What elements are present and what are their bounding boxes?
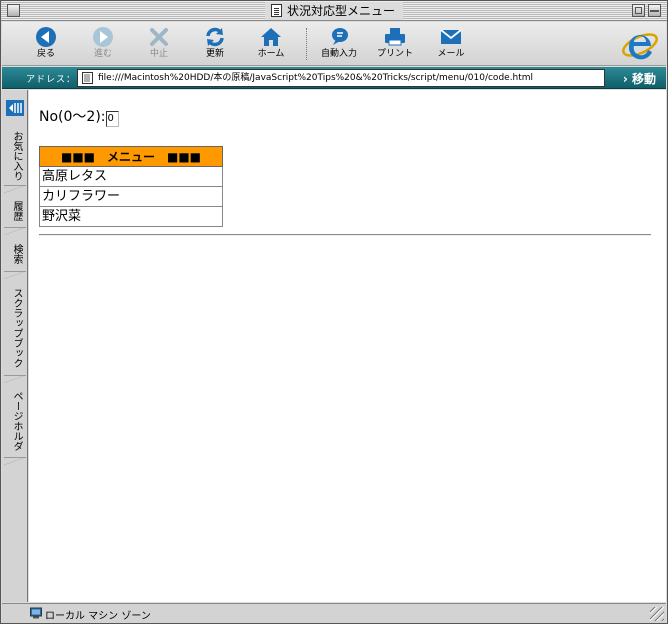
explorer-bar-toggle-icon[interactable] [5,98,25,118]
number-prompt-row: No(0〜2): 0 [39,109,119,127]
toolbar: 戻る 進む 中止 更新 ホーム 自動入力 プリント メール [2,22,666,66]
mail-label: メール [437,49,465,59]
home-icon [246,25,296,49]
document-icon [270,4,282,17]
toolbar-separator [306,28,308,60]
menu-header-row: ■■■ メニュー ■■■ [39,146,223,167]
stop-label: 中止 [149,49,168,59]
side-tab-page-holder[interactable]: ページホルダ [4,384,26,465]
menu-row: 野沢菜 [39,206,223,227]
collapse-box[interactable] [648,4,661,17]
refresh-label: 更新 [205,49,224,59]
mail-button[interactable]: メール [426,25,476,63]
browser-window: 状況対応型メニュー 戻る 進む 中止 更新 ホーム 自動入力 プリント メール … [0,0,668,624]
mail-envelope-icon [426,25,476,49]
address-bar: アドレス： file:///Macintosh%20HDD/本の原稿/JavaS… [2,67,666,89]
back-button[interactable]: 戻る [21,25,71,63]
refresh-icon [190,25,240,49]
explorer-bar-tabs: お気に入り 履歴 検索 スクラップブック ページホルダ [2,90,28,602]
page-content: No(0〜2): 0 ■■■ メニュー ■■■ 高原レタス カリフラワー 野沢菜 [29,90,666,602]
refresh-button[interactable]: 更新 [190,25,240,63]
side-tab-history[interactable]: 履歴 [4,194,26,235]
menu-table: ■■■ メニュー ■■■ 高原レタス カリフラワー 野沢菜 [39,146,223,227]
forward-label: 進む [93,49,112,59]
autofill-label: 自動入力 [320,49,357,59]
side-tab-scrapbook[interactable]: スクラップブック [4,280,26,383]
menu-header: ■■■ メニュー ■■■ [39,146,223,167]
title-bar[interactable]: 状況対応型メニュー [1,1,667,21]
print-label: プリント [376,49,413,59]
zoom-box[interactable] [632,4,645,17]
resize-grip[interactable] [650,607,664,621]
side-tab-favorites[interactable]: お気に入り [4,126,26,193]
local-zone-icon [30,607,42,619]
menu-row: カリフラワー [39,186,223,207]
stop-x-icon [134,25,184,49]
address-url: file:///Macintosh%20HDD/本の原稿/JavaScript%… [98,73,534,83]
window-title: 状況対応型メニュー [286,4,395,18]
address-label: アドレス： [26,75,77,85]
back-arrow-icon [21,25,71,49]
autofill-pen-icon [314,25,364,49]
menu-item[interactable]: カリフラワー [39,186,223,207]
stop-button[interactable]: 中止 [134,25,184,63]
forward-arrow-icon [78,25,128,49]
title-wrap: 状況対応型メニュー [1,2,667,20]
go-label: 移動 [631,72,656,86]
menu-item[interactable]: 高原レタス [39,166,223,187]
status-zone-text: ローカル マシン ゾーン [45,611,151,622]
document-icon [82,72,93,84]
number-prompt-label: No(0〜2): [39,109,106,125]
menu-item[interactable]: 野沢菜 [39,206,223,227]
side-tab-search[interactable]: 検索 [4,236,26,279]
print-button[interactable]: プリント [370,25,420,63]
title-label: 状況対応型メニュー [264,2,403,20]
address-input[interactable]: file:///Macintosh%20HDD/本の原稿/JavaScript%… [77,69,605,87]
menu-row: 高原レタス [39,166,223,187]
forward-button[interactable]: 進む [78,25,128,63]
back-label: 戻る [36,49,55,59]
go-button[interactable]: › 移動 [623,70,656,87]
status-bar: ローカル マシン ゾーン [2,603,666,623]
printer-icon [370,25,420,49]
number-input[interactable]: 0 [105,111,119,127]
home-button[interactable]: ホーム [246,25,296,63]
autofill-button[interactable]: 自動入力 [314,25,364,63]
ie-logo-icon [620,24,660,64]
horizontal-rule [39,234,651,236]
home-label: ホーム [257,49,285,59]
